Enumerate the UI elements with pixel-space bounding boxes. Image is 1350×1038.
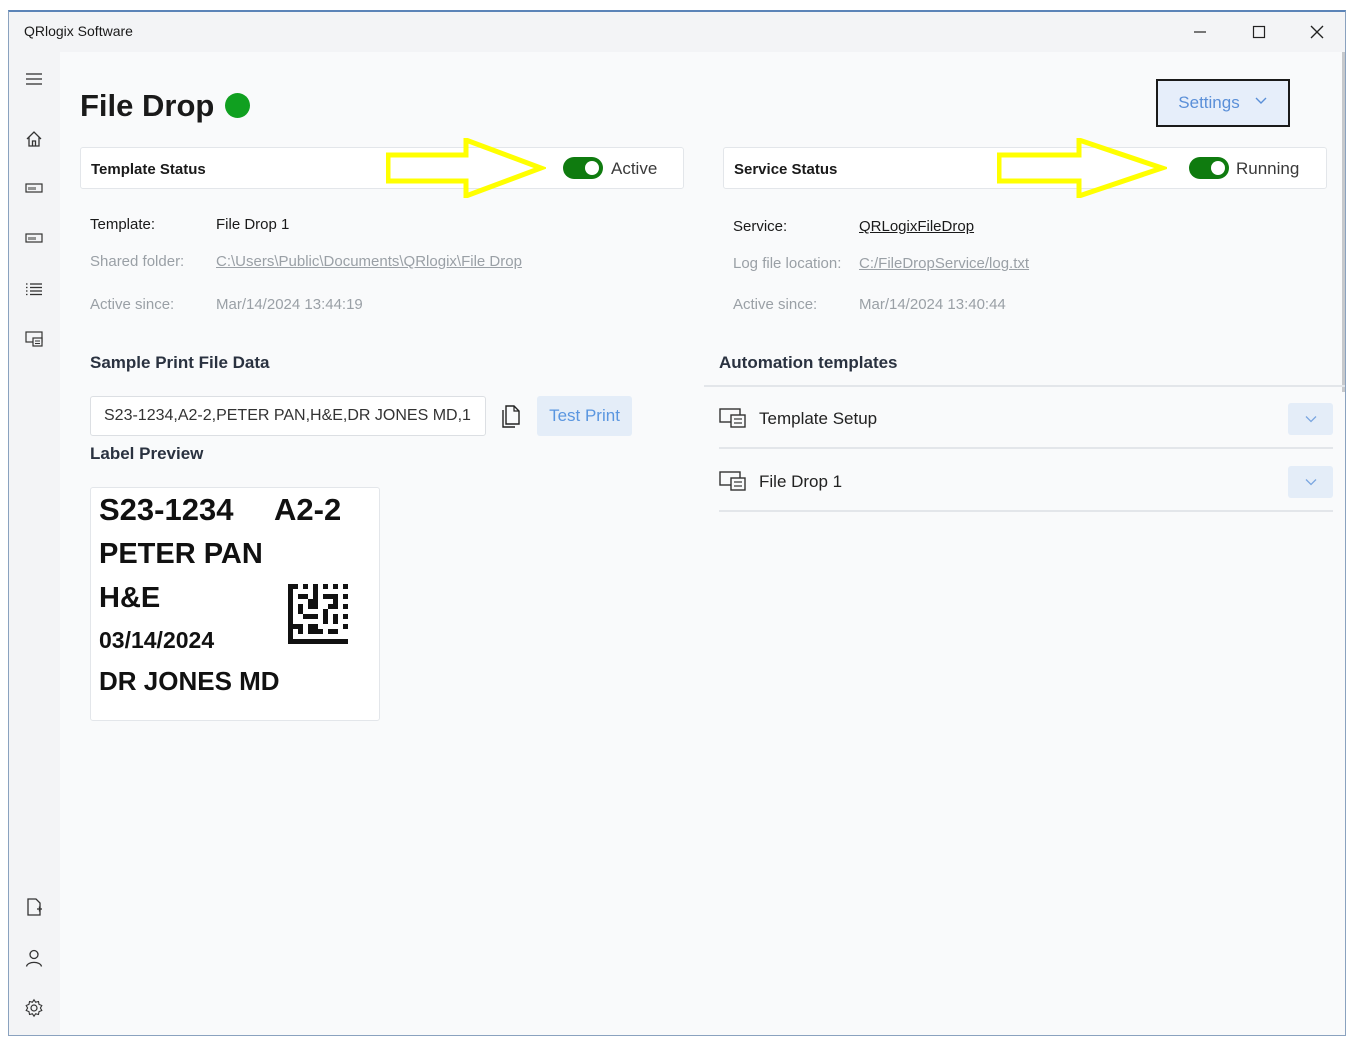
annotation-arrow xyxy=(997,138,1167,198)
app-window: QRlogix Software File Drop Settings Temp… xyxy=(8,10,1346,1036)
app-title: QRlogix Software xyxy=(24,23,133,39)
list-icon[interactable] xyxy=(23,278,45,300)
maximize-icon xyxy=(1252,25,1266,39)
expand-button[interactable] xyxy=(1288,403,1333,435)
template-name: File Drop 1 xyxy=(759,472,843,491)
label-date: 03/14/2024 xyxy=(99,627,215,653)
service-running-toggle[interactable] xyxy=(1189,157,1229,179)
automation-section-title: Automation templates xyxy=(719,353,898,372)
active-since-key: Active since: xyxy=(733,296,818,313)
service-running-label: Running xyxy=(1236,159,1300,178)
template-active-toggle[interactable] xyxy=(563,157,603,179)
label-stain: H&E xyxy=(99,582,161,614)
barcode-image xyxy=(288,584,348,644)
copy-icon[interactable] xyxy=(497,402,525,430)
template-active-label: Active xyxy=(611,159,658,178)
template-name: Template Setup xyxy=(759,409,878,428)
title-bar: QRlogix Software xyxy=(9,12,1345,52)
new-file-icon[interactable] xyxy=(23,896,45,918)
label-doctor: DR JONES MD xyxy=(99,666,280,696)
sample-data-input[interactable]: S23-1234,A2-2,PETER PAN,H&E,DR JONES MD,… xyxy=(90,396,486,436)
template-icon[interactable] xyxy=(23,328,45,350)
service-status-label: Service Status xyxy=(734,161,838,178)
shared-folder-link[interactable]: C:\Users\Public\Documents\QRlogix\File D… xyxy=(216,253,522,270)
list-item[interactable]: Template Setup xyxy=(719,387,1333,449)
test-print-button[interactable]: Test Print xyxy=(537,396,632,436)
maximize-button[interactable] xyxy=(1239,17,1279,47)
sample-section-title: Sample Print File Data xyxy=(90,353,270,372)
template-key: Template: xyxy=(90,216,156,233)
hamburger-icon[interactable] xyxy=(23,68,45,90)
status-indicator xyxy=(225,93,250,118)
label-case-number: S23-1234 xyxy=(99,492,234,527)
label-patient: PETER PAN xyxy=(99,538,263,570)
chevron-down-icon xyxy=(1305,479,1316,486)
nav-rail xyxy=(9,52,60,1035)
printer-icon[interactable] xyxy=(23,177,45,199)
label-block: A2-2 xyxy=(274,492,342,527)
label-preview-title: Label Preview xyxy=(90,444,204,463)
service-key: Service: xyxy=(733,218,788,235)
user-icon[interactable] xyxy=(23,947,45,969)
shared-folder-key: Shared folder: xyxy=(90,253,185,270)
template-value: File Drop 1 xyxy=(216,216,290,233)
minimize-button[interactable] xyxy=(1180,17,1220,47)
service-link[interactable]: QRLogixFileDrop xyxy=(859,218,974,235)
template-status-label: Template Status xyxy=(91,161,206,178)
scrollbar[interactable] xyxy=(1342,52,1345,392)
main-content: File Drop Settings Template Status Activ… xyxy=(60,52,1345,1035)
expand-button[interactable] xyxy=(1288,466,1333,498)
active-since-value: Mar/14/2024 13:40:44 xyxy=(859,296,1006,313)
printer-icon[interactable] xyxy=(23,227,45,249)
settings-button[interactable]: Settings xyxy=(1156,79,1290,127)
annotation-arrow xyxy=(386,138,546,198)
chevron-down-icon xyxy=(1305,416,1316,423)
label-preview: S23-1234 A2-2 PETER PAN H&E 03/14/2024 D… xyxy=(90,487,380,721)
template-icon xyxy=(719,408,746,428)
gear-icon[interactable] xyxy=(23,997,45,1019)
log-file-link[interactable]: C:/FileDropService/log.txt xyxy=(859,255,1029,272)
active-since-key: Active since: xyxy=(90,296,175,313)
close-icon xyxy=(1310,25,1324,39)
template-icon xyxy=(719,471,746,491)
active-since-value: Mar/14/2024 13:44:19 xyxy=(216,296,363,313)
log-file-key: Log file location: xyxy=(733,255,842,272)
template-status-card: Template Status Active xyxy=(80,147,684,189)
close-button[interactable] xyxy=(1297,17,1337,47)
minimize-icon xyxy=(1194,31,1206,33)
list-item[interactable]: File Drop 1 xyxy=(719,450,1333,512)
chevron-down-icon xyxy=(1254,93,1268,113)
settings-label: Settings xyxy=(1178,93,1240,112)
page-title: File Drop xyxy=(80,88,215,123)
home-icon[interactable] xyxy=(23,128,45,150)
